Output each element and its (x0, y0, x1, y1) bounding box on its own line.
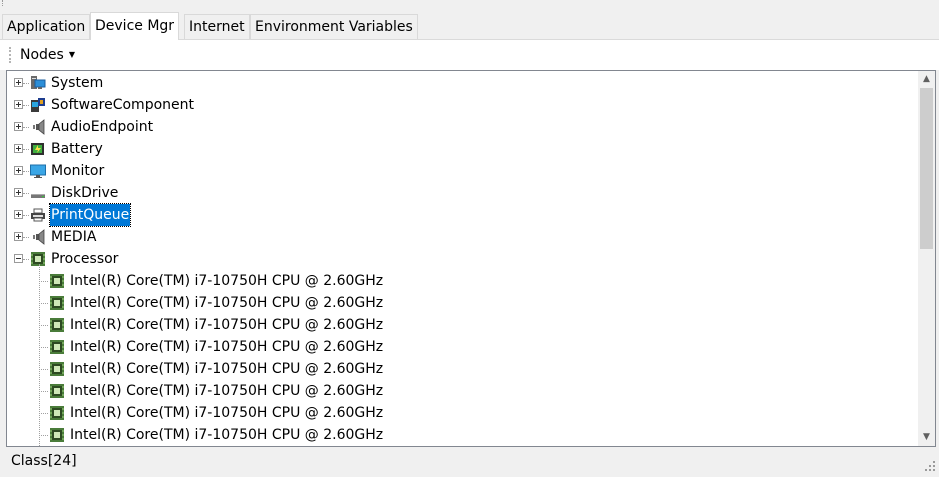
tree-node-label: MEDIA (51, 229, 97, 245)
tree-node-battery[interactable]: Battery (7, 138, 912, 160)
window-grip (2, 0, 6, 6)
processor-item[interactable]: Intel(R) Core(TM) i7-10750H CPU @ 2.60GH… (7, 402, 912, 424)
collapse-icon[interactable] (14, 254, 23, 263)
tree-node-label: PrintQueue (48, 203, 132, 227)
tree-node-audioendpoint[interactable]: AudioEndpoint (7, 116, 912, 138)
disk-drive-icon (30, 185, 46, 201)
tree-connector (23, 149, 29, 150)
tree-node-system[interactable]: System (7, 72, 912, 94)
scroll-down-icon[interactable]: ▼ (918, 429, 935, 446)
scroll-up-icon[interactable]: ▲ (918, 71, 935, 88)
tree-connector (39, 303, 48, 304)
tree-connector (39, 347, 48, 348)
tree-connector (39, 281, 48, 282)
processor-item[interactable]: Intel(R) Core(TM) i7-10750H CPU @ 2.60GH… (7, 292, 912, 314)
expand-icon[interactable] (14, 210, 23, 219)
nodes-dropdown-button[interactable]: Nodes ▼ (16, 44, 79, 66)
tab-strip: Application Device Mgr Internet Environm… (0, 0, 939, 40)
processor-icon (49, 273, 65, 289)
tree-connector (23, 259, 29, 260)
device-tree[interactable]: System SoftwareComponent AudioEndpoint Batt… (6, 70, 936, 447)
tree-connector (23, 171, 29, 172)
toolbar-grip[interactable] (9, 47, 13, 63)
processor-item-label: Intel(R) Core(TM) i7-10750H CPU @ 2.60GH… (70, 361, 384, 377)
processor-item-label: Intel(R) Core(TM) i7-10750H CPU @ 2.60GH… (70, 405, 384, 421)
speaker-icon (30, 119, 46, 135)
battery-icon (30, 141, 46, 157)
expand-icon[interactable] (14, 188, 23, 197)
processor-item-label: Intel(R) Core(TM) i7-10750H CPU @ 2.60GH… (70, 317, 384, 333)
tree-node-printqueue[interactable]: PrintQueue (7, 203, 912, 227)
processor-icon (49, 383, 65, 399)
tab-environment-variables[interactable]: Environment Variables (250, 14, 418, 39)
tree-connector (39, 435, 48, 436)
resize-grip-icon[interactable] (925, 461, 935, 471)
processor-item-label: Intel(R) Core(TM) i7-10750H CPU @ 2.60GH… (70, 427, 384, 443)
vertical-scrollbar[interactable]: ▲ ▼ (918, 71, 935, 446)
printer-icon (30, 207, 46, 223)
tab-application[interactable]: Application (2, 14, 91, 39)
tree-guide-line (39, 264, 40, 446)
processor-icon (49, 361, 65, 377)
speaker-icon (30, 229, 46, 245)
tree-connector (39, 413, 48, 414)
tree-connector (23, 83, 29, 84)
toolbar: Nodes ▼ (0, 40, 939, 70)
processor-icon (49, 295, 65, 311)
tree-node-monitor[interactable]: Monitor (7, 160, 912, 182)
monitor-icon (30, 163, 46, 179)
processor-icon (49, 339, 65, 355)
tree-node-media[interactable]: MEDIA (7, 226, 912, 248)
processor-item-label: Intel(R) Core(TM) i7-10750H CPU @ 2.60GH… (70, 295, 384, 311)
expand-icon[interactable] (14, 232, 23, 241)
tree-connector (23, 237, 29, 238)
scrollbar-thumb[interactable] (920, 88, 933, 249)
expand-icon[interactable] (14, 166, 23, 175)
tree-node-label: Battery (51, 141, 103, 157)
tab-internet[interactable]: Internet (184, 14, 250, 39)
tab-device-mgr[interactable]: Device Mgr (90, 12, 180, 40)
processor-icon (49, 317, 65, 333)
status-text: Class[24] (11, 453, 77, 469)
tree-node-label: SoftwareComponent (51, 97, 194, 113)
tree-connector (23, 193, 29, 194)
tree-node-label: DiskDrive (51, 185, 119, 201)
tree-node-diskdrive[interactable]: DiskDrive (7, 182, 912, 204)
system-icon (30, 75, 46, 91)
processor-item-label: Intel(R) Core(TM) i7-10750H CPU @ 2.60GH… (70, 339, 384, 355)
processor-icon (49, 405, 65, 421)
processor-item[interactable]: Intel(R) Core(TM) i7-10750H CPU @ 2.60GH… (7, 314, 912, 336)
expand-icon[interactable] (14, 122, 23, 131)
processor-item[interactable]: Intel(R) Core(TM) i7-10750H CPU @ 2.60GH… (7, 424, 912, 446)
tree-connector (23, 105, 29, 106)
status-bar: Class[24] (0, 448, 939, 477)
tree-node-softwarecomponent[interactable]: SoftwareComponent (7, 94, 912, 116)
tree-connector (23, 127, 29, 128)
software-component-icon (30, 97, 46, 113)
tree-connector (23, 215, 29, 216)
processor-item[interactable]: Intel(R) Core(TM) i7-10750H CPU @ 2.60GH… (7, 270, 912, 292)
expand-icon[interactable] (14, 100, 23, 109)
processor-icon (30, 251, 46, 267)
nodes-label: Nodes (20, 47, 64, 63)
processor-icon (49, 427, 65, 443)
tree-node-label: Monitor (51, 163, 105, 179)
tree-connector (39, 391, 48, 392)
expand-icon[interactable] (14, 144, 23, 153)
processor-item-label: Intel(R) Core(TM) i7-10750H CPU @ 2.60GH… (70, 383, 384, 399)
processor-item[interactable]: Intel(R) Core(TM) i7-10750H CPU @ 2.60GH… (7, 358, 912, 380)
processor-item-label: Intel(R) Core(TM) i7-10750H CPU @ 2.60GH… (70, 273, 384, 289)
processor-item[interactable]: Intel(R) Core(TM) i7-10750H CPU @ 2.60GH… (7, 380, 912, 402)
processor-item[interactable]: Intel(R) Core(TM) i7-10750H CPU @ 2.60GH… (7, 336, 912, 358)
expand-icon[interactable] (14, 78, 23, 87)
tree-node-label: System (51, 75, 104, 91)
tree-connector (39, 369, 48, 370)
tree-node-processor[interactable]: Processor (7, 248, 912, 270)
tree-connector (39, 325, 48, 326)
tree-node-label: Processor (51, 251, 119, 267)
tree-node-label: AudioEndpoint (51, 119, 154, 135)
chevron-down-icon: ▼ (68, 50, 75, 59)
